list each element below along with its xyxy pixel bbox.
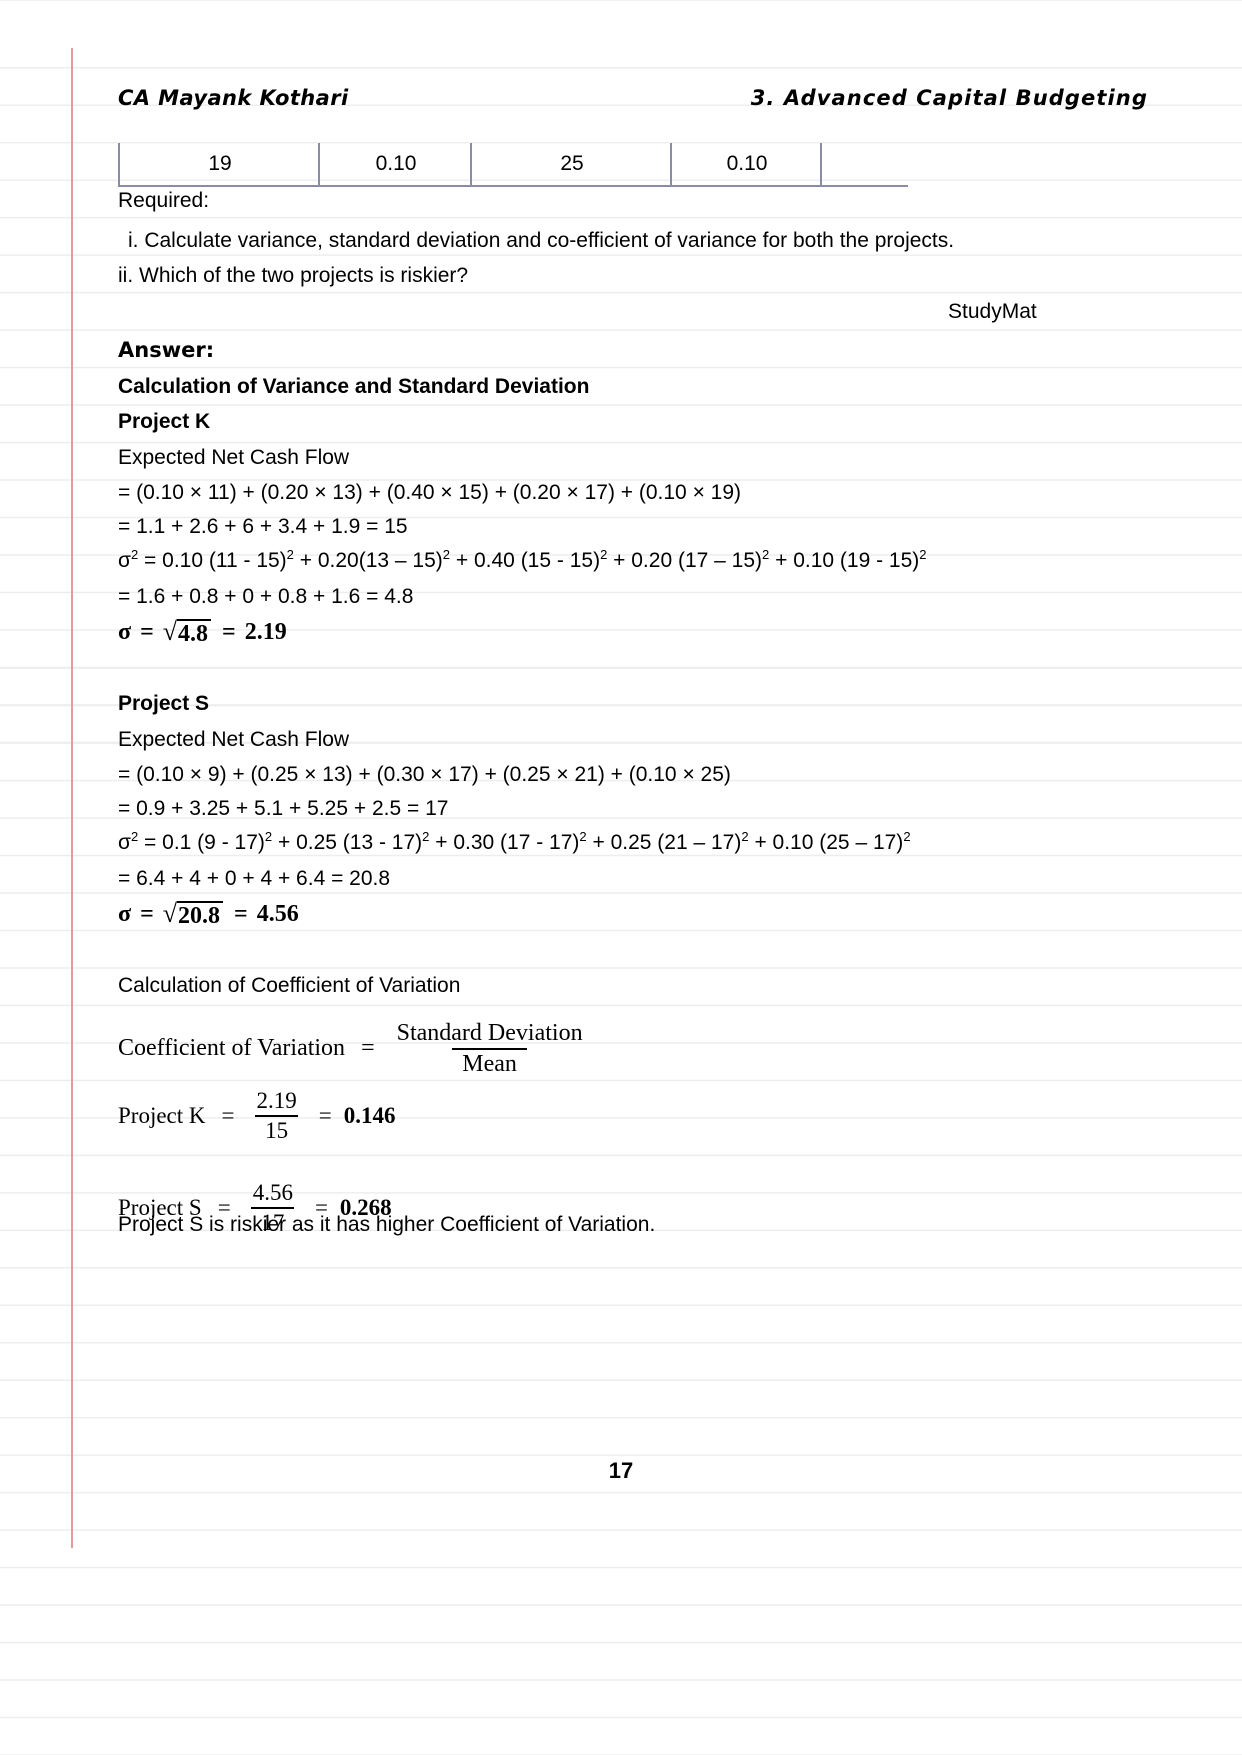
project-k-variance-result: = 1.6 + 0.8 + 0 + 0.8 + 1.6 = 4.8 [118,585,414,608]
project-s-sigma-value: 4.56 [256,901,299,927]
variance-term: 0.10 (25 – 17)2 [772,829,911,854]
exponent: 2 [130,829,139,844]
requirement-item-i: i. Calculate variance, standard deviatio… [128,229,955,252]
variance-term: 0.1 (9 - 17)2 [162,829,273,854]
square-root-icon: √ 4.8 [163,618,212,648]
project-k-encf-expression: = (0.10 × 11) + (0.20 × 13) + (0.40 × 15… [118,481,742,504]
square-root-icon: √ 20.8 [163,900,224,930]
source-note: StudyMat [948,300,1037,323]
notebook-page: CA Mayank Kothari 3. Advanced Capital Bu… [0,0,1242,1755]
page-content: CA Mayank Kothari 3. Advanced Capital Bu… [0,0,1242,1755]
project-s-sigma-line: σ = √ 20.8 = 4.56 [118,900,299,930]
project-k-encf-label: Expected Net Cash Flow [118,446,350,469]
equals-sign: = [140,619,154,645]
equals-sign: = [222,619,236,645]
project-k-sigma-value: 2.19 [244,619,287,645]
exponent: 2 [741,829,749,844]
project-k-sigma-line: σ = √ 4.8 = 2.19 [118,618,287,648]
exponent: 2 [422,829,430,844]
variance-term: 0.25 (13 - 17)2 [296,829,430,854]
exponent: 2 [579,829,587,844]
exponent: 2 [286,547,294,562]
variance-term: 0.30 (17 - 17)2 [453,829,587,854]
cov-formula: Coefficient of Variation = Standard Devi… [118,1020,599,1078]
fraction-numerator: 2.19 [256,1088,297,1113]
radicand: 4.8 [177,619,212,648]
project-s-variance-result: = 6.4 + 4 + 0 + 4 + 6.4 = 20.8 [118,867,391,890]
section-title: Calculation of Variance and Standard Dev… [118,375,590,398]
page-number: 17 [608,1458,634,1483]
fraction-numerator: Standard Deviation [396,1020,583,1046]
sigma-symbol: σ [118,549,131,572]
equals-sign: = [361,1035,375,1062]
exponent: 2 [903,829,911,844]
radicand: 20.8 [177,901,224,930]
cov-fraction: 2.19 15 [247,1088,307,1144]
header-chapter-title: 3. Advanced Capital Budgeting [750,86,1148,110]
table-cell: 0.10 [318,143,472,185]
project-s-title: Project S [118,692,210,715]
sigma-symbol: σ [118,619,132,645]
cov-row-label: Project K [118,1102,206,1128]
project-s-encf-expression: = (0.10 × 9) + (0.25 × 13) + (0.30 × 17)… [118,763,731,786]
fraction-denominator: Mean [452,1047,527,1078]
fraction-denominator: 15 [255,1114,299,1144]
equals-sign: = [140,901,154,927]
project-s-variance-expression: σ2 = 0.1 (9 - 17)2 + 0.25 (13 - 17)2 + 0… [118,829,911,854]
fraction-numerator: 4.56 [252,1180,293,1205]
answer-label: Answer: [118,338,215,362]
variance-term: 0.25 (21 – 17)2 [610,829,749,854]
sigma-symbol: σ [118,901,132,927]
project-k-variance-expression: σ2 = 0.10 (11 - 15)2 + 0.20(13 – 15)2 + … [118,547,927,572]
table-fragment: 19 0.10 25 0.10 [118,143,908,187]
project-s-encf-result: = 0.9 + 3.25 + 5.1 + 5.25 + 2.5 = 17 [118,797,449,820]
variance-term: 0.20 (17 – 15)2 [631,547,770,572]
equals-sign: = [234,901,248,927]
table-cell: 19 [118,143,320,185]
table-right-edge [820,143,824,185]
required-label: Required: [118,189,210,212]
equals-sign: = [221,1102,235,1128]
table-cell: 0.10 [670,143,822,185]
cov-row-result: 0.146 [343,1102,396,1128]
variance-term: 0.10 (19 - 15)2 [793,547,927,572]
project-s-encf-label: Expected Net Cash Flow [118,728,350,751]
variance-term: 0.10 (11 - 15)2 [162,547,294,572]
table-cell: 25 [470,143,672,185]
variance-term: 0.40 (15 - 15)2 [473,547,608,572]
cov-fraction: Standard Deviation Mean [387,1020,593,1078]
cov-conclusion: Project S is riskier as it has higher Co… [118,1213,656,1236]
sigma-symbol: σ [118,831,131,854]
page-header: CA Mayank Kothari 3. Advanced Capital Bu… [118,86,1148,110]
requirement-item-ii: ii. Which of the two projects is riskier… [118,264,469,287]
equals-sign: = [318,1102,332,1128]
exponent: 2 [762,547,770,562]
exponent: 2 [130,547,139,562]
cov-formula-label: Coefficient of Variation [118,1035,346,1062]
exponent: 2 [264,829,273,844]
variance-term: 0.20(13 – 15)2 [317,547,451,572]
exponent: 2 [600,547,608,562]
project-k-encf-result: = 1.1 + 2.6 + 6 + 3.4 + 1.9 = 15 [118,515,408,538]
cov-heading: Calculation of Coefficient of Variation [118,974,461,997]
exponent: 2 [919,547,927,562]
cov-row-project-k: Project K = 2.19 15 = 0.146 [118,1088,395,1144]
project-k-title: Project K [118,410,211,433]
header-author: CA Mayank Kothari [118,86,349,110]
exponent: 2 [442,547,451,562]
